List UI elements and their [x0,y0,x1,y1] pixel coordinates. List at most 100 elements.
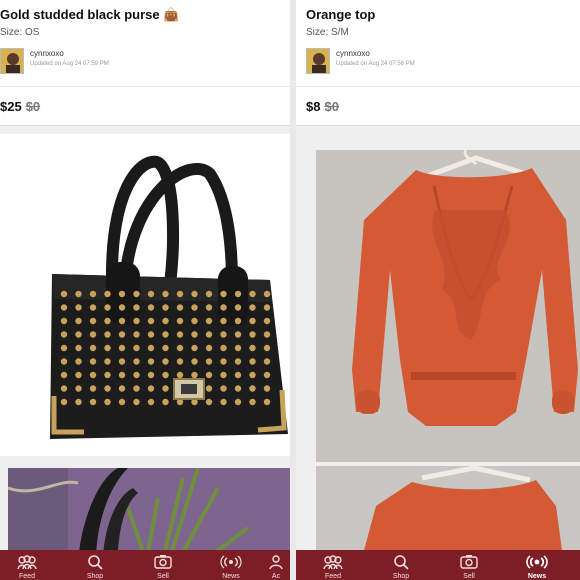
purse-stud [118,358,126,365]
purse-stud [249,331,256,338]
purse-stud [104,304,111,311]
camera-icon [460,555,478,569]
purse-stud [234,344,242,352]
purse-stud [205,331,213,338]
purse-stud [75,290,82,298]
original-price: $0 [324,99,339,114]
purse-stud [118,371,126,379]
tab-feed[interactable]: Feed [0,550,54,580]
purse-stud [147,317,155,325]
purse-stud [249,317,256,325]
purse-stud [205,344,213,352]
purse-stud [234,331,242,338]
purse-stud [176,371,184,379]
purse-stud [234,398,242,406]
tab-feed[interactable]: Feed [306,550,360,580]
listing-card-purse[interactable]: Gold studded black purse 👜 Size: OS cynn… [0,0,290,126]
seller-avatar[interactable] [0,48,24,74]
purse-stud [133,290,140,298]
orange-top-photo[interactable] [316,150,580,462]
tab-label: News [527,573,547,580]
purse-stud [162,385,169,392]
purse-stud [220,398,227,406]
purse-stud [104,398,111,406]
tab-account[interactable]: Ac [262,550,290,580]
purse-stud [89,304,97,311]
purse-stud [89,371,97,379]
purse-stud [249,358,256,365]
purse-stud [234,385,242,392]
price-row: $8 $0 [306,99,339,114]
listing-size: Size: S/M [306,27,349,38]
purse-stud [162,398,169,406]
purse-stud [191,317,198,325]
purse-stud [220,344,227,352]
purse-stud [75,398,82,406]
purse-stud [263,344,271,352]
purse-stud [263,317,271,325]
purse-stud [162,371,169,379]
purse-stud [133,371,140,379]
seller-name[interactable]: cynnxoxo [30,49,64,58]
purse-stud [191,371,198,379]
purse-stud [89,385,97,392]
broadcast-icon [526,555,548,569]
purse-stud [60,358,68,365]
purse-stud [176,290,184,298]
purse-stud [249,304,256,311]
purse-stud [118,385,126,392]
purse-stud [104,344,111,352]
purse-stud [205,290,213,298]
search-icon [88,555,103,570]
purse-stud [133,385,140,392]
tab-label: Shop [86,573,104,580]
purse-stud [234,290,242,298]
purse-stud [249,344,256,352]
tab-news[interactable]: News [510,550,564,580]
feed-icon [323,555,343,570]
purse-stud [89,290,97,298]
purse-stud [75,371,82,379]
purse-stud [60,331,68,338]
purse-photo[interactable] [0,134,290,456]
purse-stud [176,344,184,352]
purse-stud [249,290,256,298]
tab-shop[interactable]: Shop [374,550,428,580]
listing-card-top[interactable]: Orange top Size: S/M cynnxoxo Updated on… [296,0,580,126]
seller-name[interactable]: cynnxoxo [336,49,370,58]
purse-stud [220,290,227,298]
tab-shop[interactable]: Shop [68,550,122,580]
purse-stud [104,385,111,392]
listing-price: $8 [306,99,321,114]
purse-stud [147,358,155,365]
purse-stud [89,344,97,352]
divider [0,86,290,87]
tab-news[interactable]: News [204,550,258,580]
purse-stud [205,371,213,379]
purse-stud [89,398,97,406]
purse-stud [147,331,155,338]
seller-avatar[interactable] [306,48,330,74]
purse-stud [220,385,227,392]
tab-label: Ac [271,573,281,580]
broadcast-icon [220,555,242,569]
tab-label: Sell [157,573,169,580]
purse-stud [263,331,271,338]
tab-sell[interactable]: Sell [136,550,190,580]
purse-stud [60,371,68,379]
tab-sell[interactable]: Sell [442,550,496,580]
purse-stud [249,385,256,392]
purse-stud [133,331,140,338]
purse-stud [118,398,126,406]
purse-stud [220,331,227,338]
purse-stud [147,398,155,406]
purse-stud [60,304,68,311]
listing-title[interactable]: Gold studded black purse 👜 [0,7,179,23]
purse-stud [162,344,169,352]
purse-stud [104,358,111,365]
listing-title[interactable]: Orange top [306,7,375,22]
camera-icon [154,555,172,569]
purse-stud [162,290,169,298]
purse-stud [220,304,227,311]
purse-stud [249,398,256,406]
